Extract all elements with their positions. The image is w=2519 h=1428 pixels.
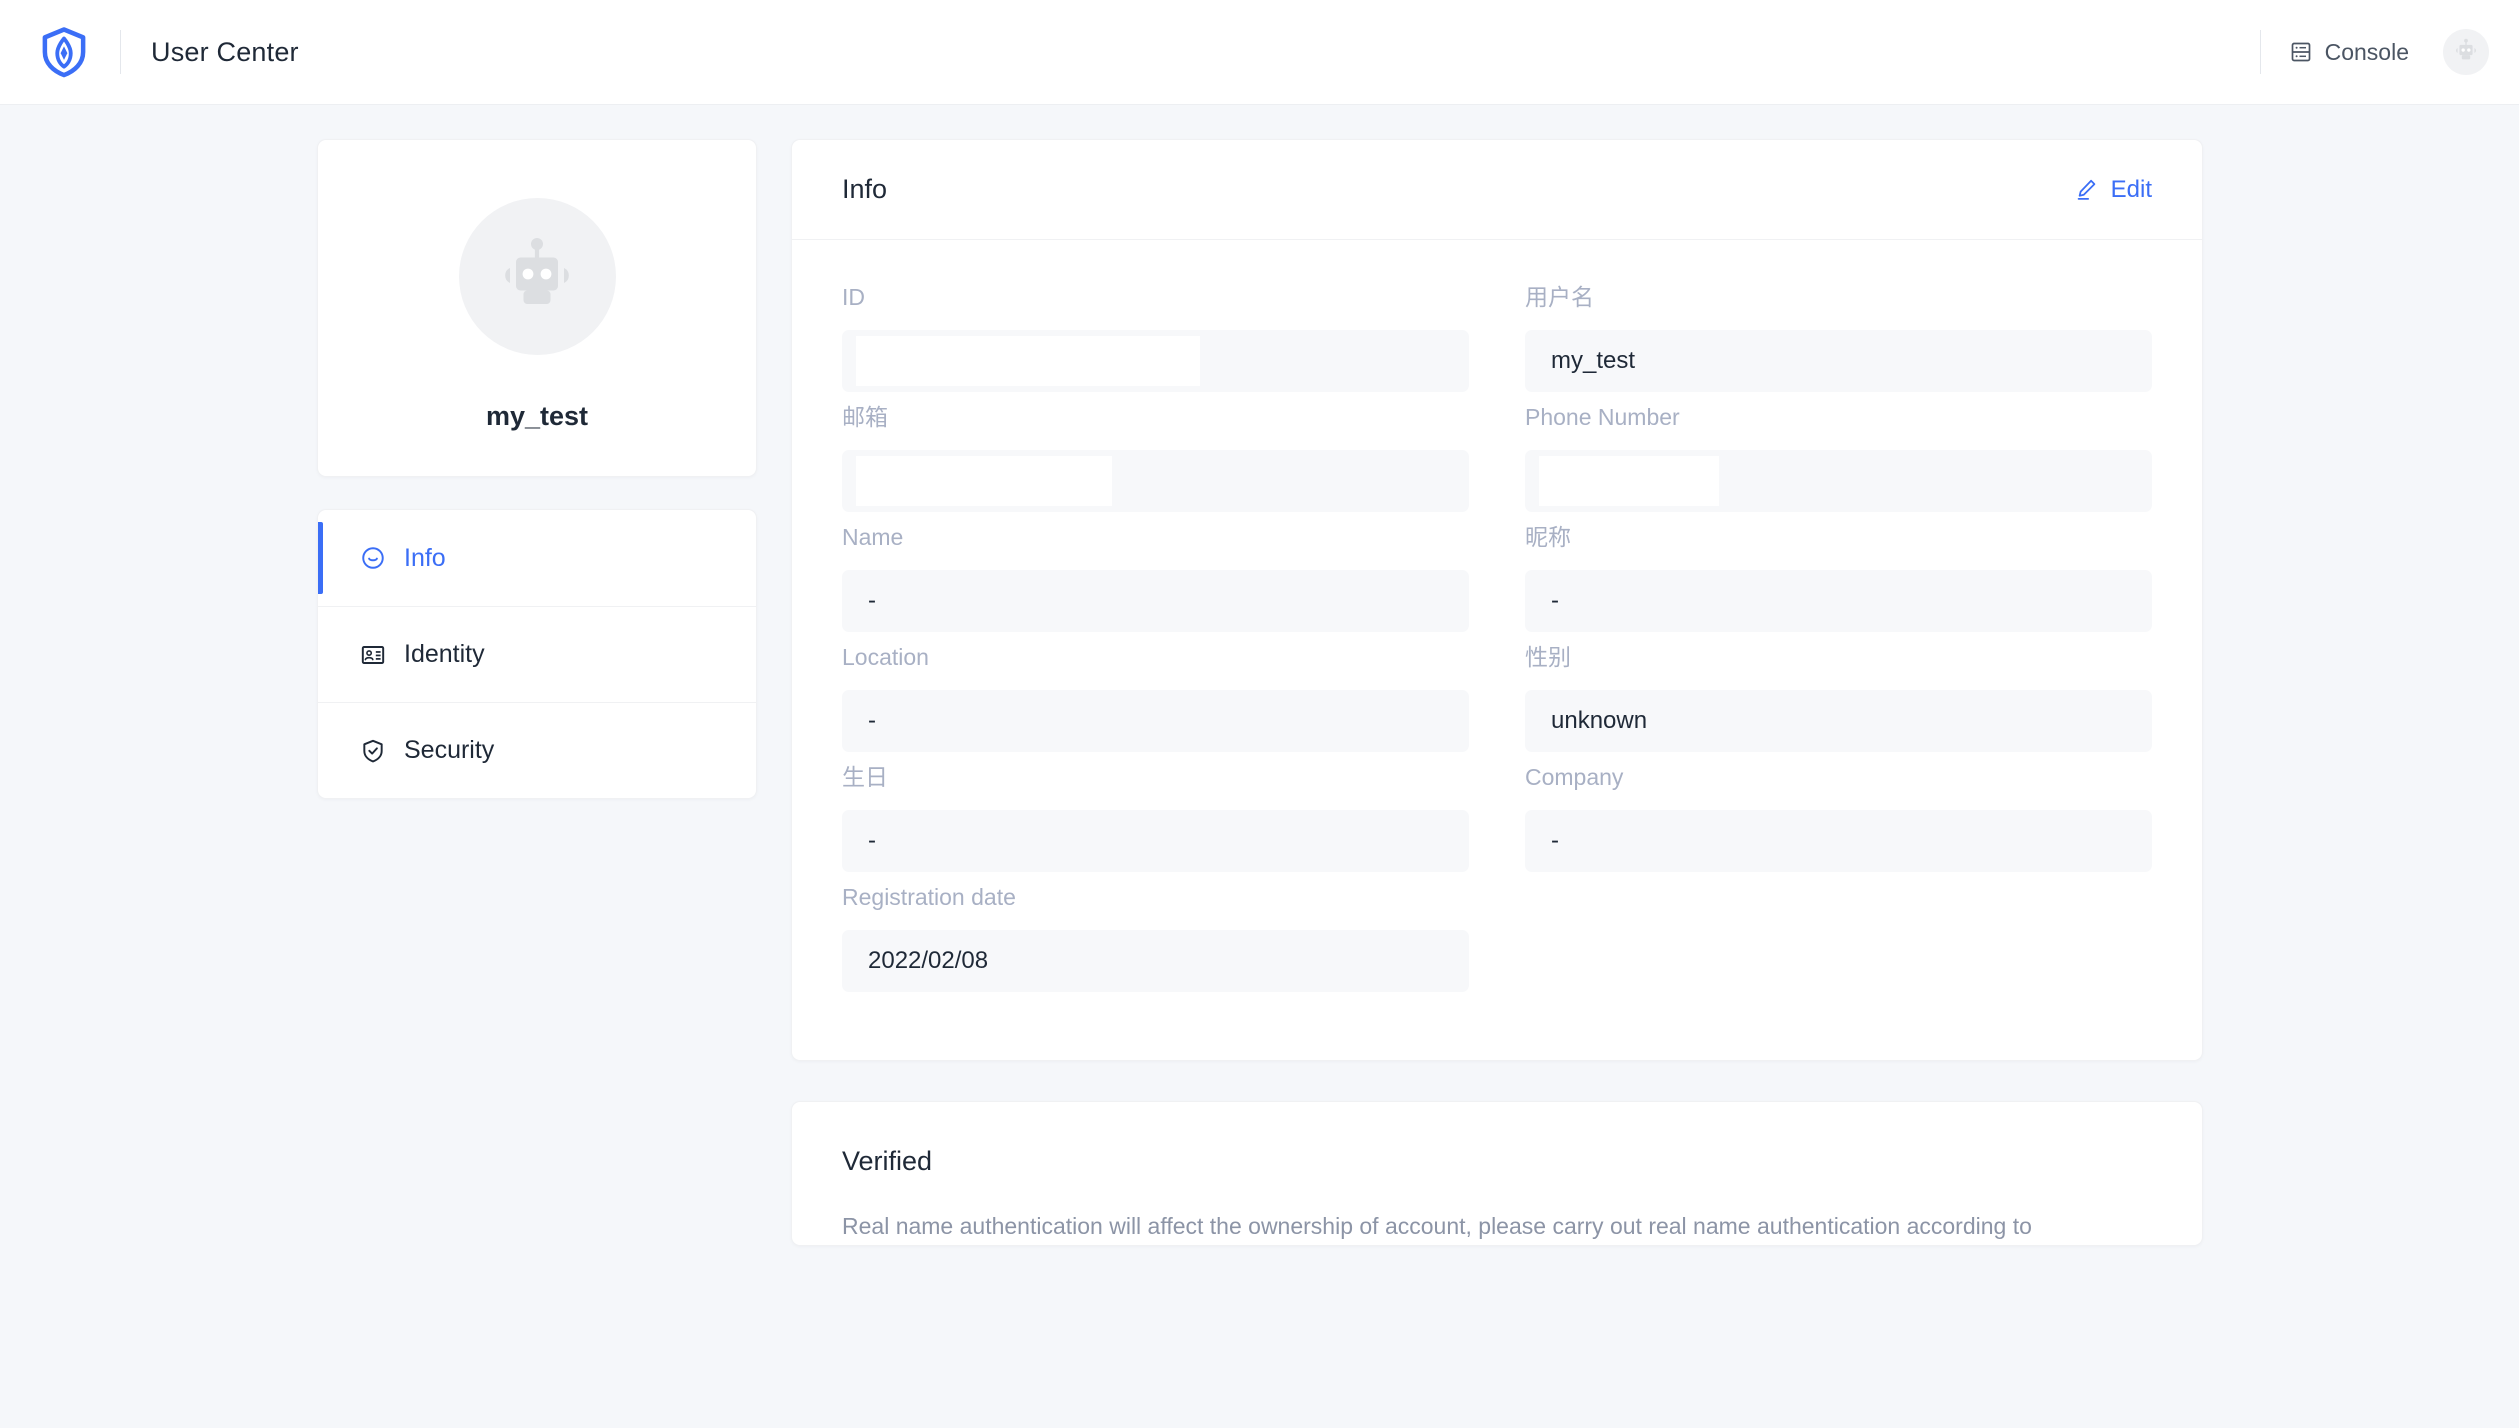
smiley-face-icon	[359, 544, 387, 572]
field-name: Name -	[842, 524, 1469, 632]
field-label: 用户名	[1525, 284, 1594, 310]
field-label: ID	[842, 284, 865, 310]
field-spacer	[1525, 884, 2152, 992]
field-value[interactable]: my_test	[1525, 330, 2152, 392]
field-text: -	[868, 827, 876, 854]
console-button[interactable]: Console	[2289, 39, 2409, 66]
field-email: 邮箱	[842, 404, 1469, 512]
app-logo[interactable]	[34, 22, 94, 82]
server-icon	[2289, 40, 2313, 64]
page-body: my_test Info Identity Security Info Edit…	[0, 105, 2519, 1246]
field-text: -	[1551, 587, 1559, 614]
field-label: 昵称	[1525, 524, 1571, 550]
field-location: Location -	[842, 644, 1469, 752]
sidebar-item-info[interactable]: Info	[318, 510, 756, 606]
profile-card: my_test	[317, 139, 757, 477]
field-label: Name	[842, 524, 904, 550]
sidebar-item-label: Identity	[404, 640, 485, 668]
field-text: -	[868, 707, 876, 734]
edit-button[interactable]: Edit	[2074, 176, 2152, 204]
verified-card: Verified Real name authentication will a…	[791, 1101, 2203, 1246]
shield-check-icon	[359, 737, 387, 765]
header-divider	[120, 30, 121, 74]
field-label: Registration date	[842, 884, 1016, 910]
field-birthday: 生日 -	[842, 764, 1469, 872]
field-label: 生日	[842, 764, 888, 790]
field-gender: 性别 unknown	[1525, 644, 2152, 752]
field-value[interactable]: unknown	[1525, 690, 2152, 752]
sidebar-item-identity[interactable]: Identity	[318, 606, 756, 702]
sidebar-nav: Info Identity Security	[317, 509, 757, 799]
info-form: ID 用户名 my_test 邮箱 Phone Number Name - 昵称…	[792, 240, 2202, 1060]
field-value[interactable]	[1525, 450, 2152, 512]
info-card-header: Info Edit	[792, 140, 2202, 240]
field-text: -	[868, 587, 876, 614]
field-label: Company	[1525, 764, 1624, 790]
sidebar-item-label: Info	[404, 543, 446, 572]
header-actions: Console	[2259, 29, 2489, 75]
field-label: Phone Number	[1525, 404, 1680, 430]
redaction-block	[856, 336, 1200, 386]
left-column: my_test Info Identity Security	[317, 139, 757, 799]
verified-title: Verified	[842, 1146, 933, 1176]
field-text: 2022/02/08	[868, 947, 989, 974]
pencil-icon	[2074, 177, 2099, 202]
page-title: User Center	[151, 36, 299, 67]
redaction-block	[856, 456, 1112, 506]
field-label: 邮箱	[842, 404, 888, 430]
profile-name: my_test	[485, 401, 589, 431]
field-text: unknown	[1551, 707, 1648, 734]
edit-label: Edit	[2110, 175, 2152, 203]
field-value[interactable]	[842, 330, 1469, 392]
field-id: ID	[842, 284, 1469, 392]
verified-description: Real name authentication will affect the…	[842, 1213, 2032, 1239]
field-value[interactable]: -	[1525, 570, 2152, 632]
field-text: my_test	[1551, 347, 1636, 374]
right-column: Info Edit ID 用户名 my_test 邮箱 Phone Number…	[791, 139, 2203, 1246]
shield-logo-icon	[37, 25, 91, 79]
header-actions-divider	[2259, 30, 2261, 74]
sidebar-item-security[interactable]: Security	[318, 702, 756, 798]
field-value[interactable]: -	[842, 690, 1469, 752]
avatar[interactable]	[2443, 29, 2489, 75]
app-header: User Center Console	[0, 0, 2519, 105]
id-card-icon	[359, 641, 387, 669]
console-label: Console	[2324, 38, 2409, 65]
field-label: Location	[842, 644, 929, 670]
redaction-block	[1539, 456, 1719, 506]
field-nickname: 昵称 -	[1525, 524, 2152, 632]
field-value[interactable]: -	[842, 570, 1469, 632]
field-username: 用户名 my_test	[1525, 284, 2152, 392]
field-value[interactable]	[842, 450, 1469, 512]
robot-avatar-icon	[2451, 35, 2481, 70]
info-card: Info Edit ID 用户名 my_test 邮箱 Phone Number…	[791, 139, 2203, 1061]
field-value[interactable]: -	[842, 810, 1469, 872]
info-card-title: Info	[842, 174, 888, 204]
field-phone-number: Phone Number	[1525, 404, 2152, 512]
field-text: -	[1551, 827, 1559, 854]
field-value[interactable]: -	[1525, 810, 2152, 872]
field-label: 性别	[1525, 644, 1571, 670]
profile-avatar[interactable]	[458, 198, 616, 355]
field-value[interactable]: 2022/02/08	[842, 930, 1469, 992]
field-company: Company -	[1525, 764, 2152, 872]
field-registration-date: Registration date 2022/02/08	[842, 884, 1469, 992]
sidebar-item-label: Security	[404, 736, 495, 764]
robot-avatar-icon	[489, 226, 585, 327]
